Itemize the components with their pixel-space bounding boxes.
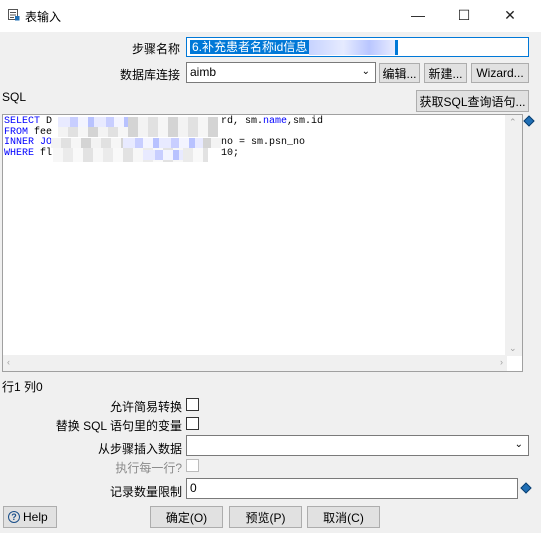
connection-select[interactable]: aimb ⌄ bbox=[186, 62, 376, 83]
question-icon: ? bbox=[8, 511, 20, 523]
redacted-block bbox=[143, 150, 183, 160]
cursor-position: 行1 列0 bbox=[2, 380, 43, 394]
get-sql-query-button[interactable]: 获取SQL查询语句... bbox=[416, 90, 529, 112]
connection-value: aimb bbox=[190, 65, 217, 79]
execute-each-row-label: 执行每一行? bbox=[115, 461, 182, 475]
chevron-down-icon: ⌄ bbox=[361, 66, 370, 77]
sql-text: 10; bbox=[221, 147, 240, 159]
sql-text: no = sm.psn_no bbox=[221, 137, 306, 148]
sql-keyword: WHERE bbox=[4, 147, 35, 159]
sql-identifier: name bbox=[263, 116, 288, 127]
sql-text: rd, sm. bbox=[221, 116, 264, 127]
help-label: Help bbox=[23, 510, 48, 524]
variable-diamond-icon bbox=[520, 482, 532, 494]
scroll-right-icon[interactable]: › bbox=[500, 357, 503, 367]
variable-diamond-icon bbox=[523, 115, 535, 127]
redacted-block bbox=[123, 138, 203, 148]
ok-button[interactable]: 确定(O) bbox=[150, 506, 223, 528]
redacted-block bbox=[58, 117, 128, 127]
scroll-left-icon[interactable]: ‹ bbox=[7, 357, 10, 367]
sql-keyword: FROM bbox=[4, 126, 29, 138]
insert-from-step-select[interactable]: ⌄ bbox=[186, 435, 529, 456]
wizard-button[interactable]: Wizard... bbox=[471, 63, 529, 83]
table-input-icon bbox=[8, 9, 20, 21]
lazy-conversion-checkbox[interactable] bbox=[186, 398, 199, 411]
sql-label: SQL bbox=[2, 90, 27, 104]
chevron-down-icon: ⌄ bbox=[514, 439, 523, 450]
sql-text: fl bbox=[34, 147, 53, 159]
text-cursor bbox=[395, 40, 399, 56]
edit-connection-button[interactable]: 编辑... bbox=[379, 63, 420, 83]
help-button[interactable]: ? Help bbox=[3, 506, 57, 528]
execute-each-row-checkbox bbox=[186, 459, 199, 472]
lazy-conversion-label: 允许简易转换 bbox=[109, 400, 182, 414]
sql-code: SELECT D FROM fee INNER JO WHERE fl bbox=[4, 116, 53, 159]
scroll-up-icon[interactable]: ⌃ bbox=[509, 117, 517, 128]
horizontal-scrollbar[interactable]: ‹ › bbox=[3, 355, 507, 371]
maximize-button[interactable]: ☐ bbox=[441, 0, 487, 30]
sql-text: ,sm.id bbox=[287, 116, 324, 127]
step-name-label: 步骤名称 bbox=[131, 42, 180, 56]
sql-keyword: SELECT bbox=[4, 116, 41, 127]
cancel-button[interactable]: 取消(C) bbox=[307, 506, 380, 528]
preview-button[interactable]: 预览(P) bbox=[229, 506, 302, 528]
sql-text: D bbox=[40, 116, 53, 127]
window-title: 表输入 bbox=[25, 10, 62, 24]
insert-from-step-label: 从步骤插入数据 bbox=[97, 442, 182, 456]
step-name-input[interactable]: 6.补充患者名称id信息 bbox=[186, 37, 529, 57]
connection-label: 数据库连接 bbox=[119, 68, 180, 82]
scroll-down-icon[interactable]: ⌄ bbox=[509, 343, 517, 354]
redacted-block bbox=[53, 148, 208, 162]
replace-variables-label: 替换 SQL 语句里的变量 bbox=[55, 419, 182, 433]
redacted-text bbox=[309, 40, 396, 56]
limit-label: 记录数量限制 bbox=[109, 485, 182, 499]
step-name-value: 6.补充患者名称id信息 bbox=[190, 40, 310, 54]
sql-text: fee bbox=[28, 126, 53, 138]
sql-keyword: INNER JO bbox=[4, 137, 53, 148]
limit-input[interactable]: 0 bbox=[186, 478, 518, 499]
sql-code-right: rd, sm.name,sm.id no = sm.psn_no 10; bbox=[221, 116, 324, 159]
replace-variables-checkbox[interactable] bbox=[186, 417, 199, 430]
vertical-scrollbar[interactable]: ⌃ ⌄ bbox=[505, 115, 522, 356]
sql-editor[interactable]: SELECT D FROM fee INNER JO WHERE fl rd, … bbox=[2, 114, 523, 372]
close-button[interactable]: ✕ bbox=[487, 0, 533, 30]
new-connection-button[interactable]: 新建... bbox=[424, 63, 467, 83]
limit-value: 0 bbox=[190, 481, 197, 495]
minimize-button[interactable]: — bbox=[395, 0, 441, 30]
